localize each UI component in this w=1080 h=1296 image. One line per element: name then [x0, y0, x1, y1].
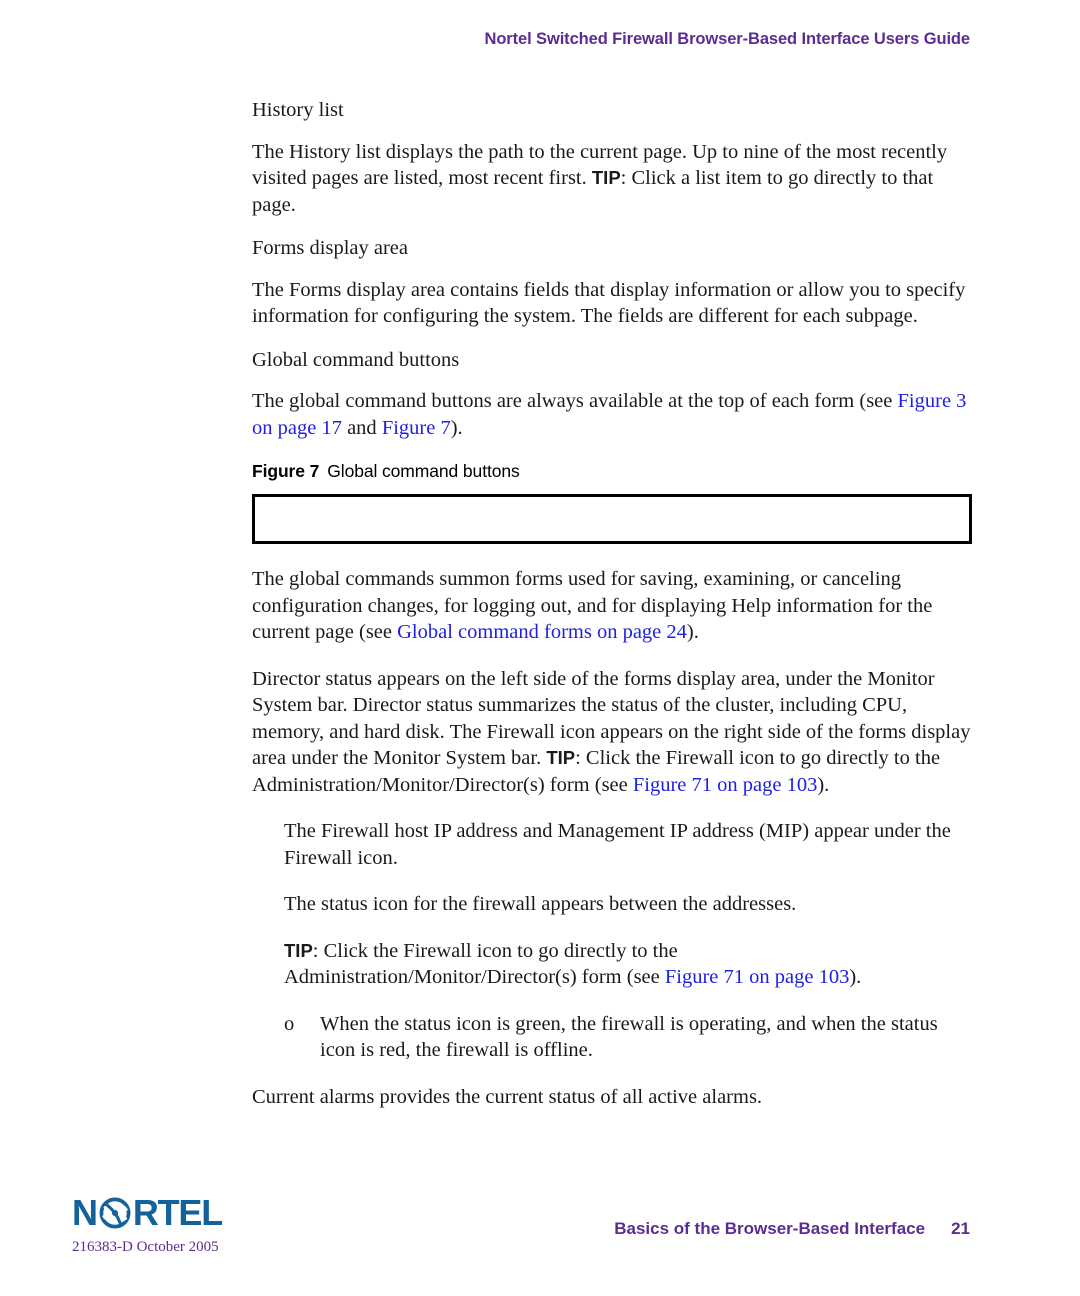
bullet-marker-icon: o	[284, 1012, 295, 1035]
director-text-3: ).	[817, 773, 830, 796]
figure-title: Global command buttons	[327, 461, 520, 481]
global-text-2: and	[341, 416, 382, 439]
tip2-text-2: ).	[849, 966, 862, 988]
link-figure-71-page-103-a[interactable]: Figure 71 on page 103	[633, 774, 817, 796]
paragraph-global-commands-summon: The global commands summon forms used fo…	[252, 566, 972, 646]
heading-history-list: History list	[252, 99, 344, 121]
paragraph-history-list: The History list displays the path to th…	[252, 139, 972, 219]
global-text-3: ).	[450, 416, 463, 439]
paragraph-forms-display-area: The Forms display area contains fields t…	[252, 278, 966, 328]
footer-section-title: Basics of the Browser-Based Interface	[614, 1219, 926, 1238]
heading-global-command-buttons: Global command buttons	[252, 348, 460, 371]
link-figure-7[interactable]: Figure 7	[382, 417, 451, 439]
link-figure-71-page-103-b[interactable]: Figure 71 on page 103	[665, 966, 849, 988]
paragraph-global-command-buttons: The global command buttons are always av…	[252, 388, 972, 441]
paragraph-current-alarms: Current alarms provides the current stat…	[252, 1085, 763, 1108]
document-page: Nortel Switched Firewall Browser-Based I…	[0, 0, 1080, 1296]
figure-caption: Figure 7 Global command buttons	[252, 461, 972, 482]
paragraph-tip-firewall-icon: TIP: Click the Firewall icon to go direc…	[284, 938, 972, 991]
running-header: Nortel Switched Firewall Browser-Based I…	[484, 30, 971, 48]
paragraph-firewall-ip-address: The Firewall host IP address and Managem…	[284, 820, 951, 869]
tip-label-firewall: TIP	[284, 939, 313, 961]
list-item: o When the status icon is green, the fir…	[284, 1011, 972, 1064]
heading-forms-display-area: Forms display area	[252, 237, 408, 259]
paragraph-director-status: Director status appears on the left side…	[252, 666, 972, 799]
page-number: 21	[951, 1219, 970, 1238]
paragraph-status-icon: The status icon for the firewall appears…	[284, 893, 797, 915]
link-global-command-forms-page-24[interactable]: Global command forms on page 24	[397, 621, 687, 643]
figure-number: Figure 7	[252, 461, 320, 481]
page-content: History list The History list displays t…	[252, 100, 972, 1130]
document-number: 216383-D October 2005	[72, 1239, 219, 1255]
bullet-list: o When the status icon is green, the fir…	[252, 1011, 972, 1064]
tip-label: TIP	[591, 167, 621, 188]
figure-image-placeholder	[252, 494, 972, 544]
tip2-text-1: : Click the Firewall icon to go directly…	[284, 939, 678, 989]
list-item-label: When the status icon is green, the firew…	[320, 1012, 938, 1062]
footer-section-info: Basics of the Browser-Based Interface 21	[0, 1219, 970, 1239]
global-text-1: The global command buttons are always av…	[252, 390, 898, 412]
tip-label-director: TIP	[546, 747, 576, 768]
summon-text-2: ).	[686, 621, 699, 643]
